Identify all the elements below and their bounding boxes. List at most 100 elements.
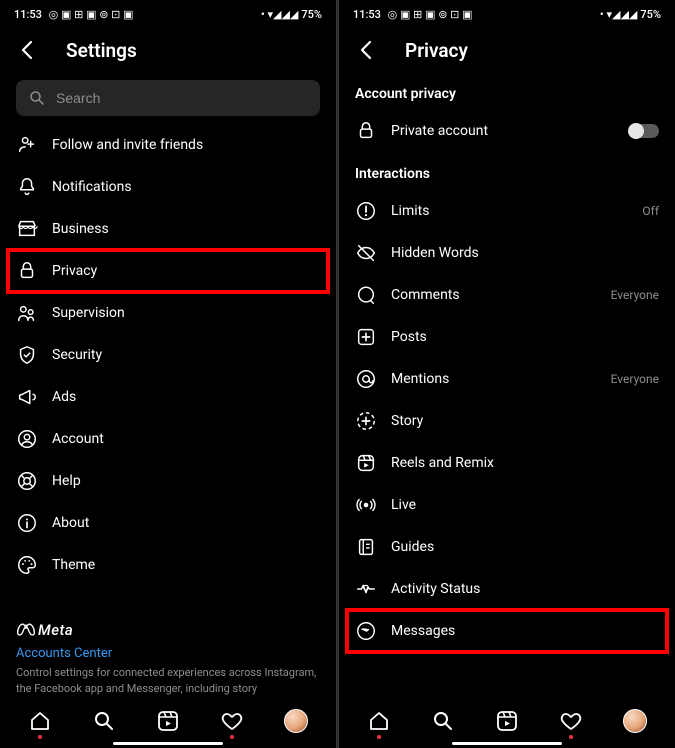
bottom-nav <box>339 696 675 748</box>
nav-home[interactable] <box>27 708 53 734</box>
status-time: 11:53 <box>353 8 381 21</box>
row-label: Business <box>52 221 320 237</box>
row-label: Mentions <box>391 371 597 387</box>
nav-reels[interactable] <box>494 708 520 734</box>
row-label: Posts <box>391 329 659 345</box>
search-icon <box>28 89 46 107</box>
row-label: Account <box>52 431 320 447</box>
live-icon <box>355 494 377 516</box>
meta-description: Control settings for connected experienc… <box>16 665 320 696</box>
bottom-nav <box>0 696 336 748</box>
help-icon <box>16 470 38 492</box>
nav-profile[interactable] <box>283 708 309 734</box>
left-item-security[interactable]: Security <box>0 334 336 376</box>
left-item-supervision[interactable]: Supervision <box>0 292 336 334</box>
store-icon <box>16 218 38 240</box>
row-label: Follow and invite friends <box>52 137 320 153</box>
right-item-activity-status[interactable]: Activity Status <box>339 568 675 610</box>
right-item-limits[interactable]: LimitsOff <box>339 190 675 232</box>
accounts-center-link[interactable]: Accounts Center <box>16 640 320 665</box>
right-item-reels-and-remix[interactable]: Reels and Remix <box>339 442 675 484</box>
bell-icon <box>16 176 38 198</box>
nav-reels[interactable] <box>155 708 181 734</box>
meta-section: Meta Accounts Center Control settings fo… <box>0 614 336 696</box>
private-account-toggle[interactable] <box>629 124 659 138</box>
guides-icon <box>355 536 377 558</box>
right-item-live[interactable]: Live <box>339 484 675 526</box>
limits-icon <box>355 200 377 222</box>
row-trail: Everyone <box>611 372 659 386</box>
search-input[interactable] <box>56 90 308 106</box>
row-label: Limits <box>391 203 628 219</box>
privacy-screen: 11:53 ◎ ▣ ⊞ ▣ ⊚ ⊡ ▣ • ▾◢◢◢ 75% Privacy A… <box>339 0 675 748</box>
private-account-label: Private account <box>391 123 615 139</box>
left-item-theme[interactable]: Theme <box>0 544 336 586</box>
status-battery: 75% <box>640 8 661 21</box>
gesture-bar <box>113 742 223 745</box>
shield-icon <box>16 344 38 366</box>
megaphone-icon <box>16 386 38 408</box>
left-item-business[interactable]: Business <box>0 208 336 250</box>
nav-search[interactable] <box>91 708 117 734</box>
back-button[interactable] <box>16 38 40 62</box>
row-label: Theme <box>52 557 320 573</box>
right-item-hidden-words[interactable]: Hidden Words <box>339 232 675 274</box>
avatar <box>623 709 647 733</box>
avatar <box>284 709 308 733</box>
right-item-mentions[interactable]: Mentions Everyone <box>339 358 675 400</box>
hidden-icon <box>355 242 377 264</box>
posts-icon <box>355 326 377 348</box>
info-icon <box>16 512 38 534</box>
section-interactions: Interactions <box>339 152 675 190</box>
gesture-bar <box>452 742 562 745</box>
nav-activity[interactable] <box>219 708 245 734</box>
status-bar: 11:53 ◎ ▣ ⊞ ▣ ⊚ ⊡ ▣ • ▾◢◢◢ 75% <box>0 0 336 24</box>
left-item-ads[interactable]: Ads <box>0 376 336 418</box>
left-item-account[interactable]: Account <box>0 418 336 460</box>
left-item-follow-and-invite-friends[interactable]: Follow and invite friends <box>0 124 336 166</box>
row-label: Comments <box>391 287 597 303</box>
nav-search[interactable] <box>430 708 456 734</box>
lock-icon <box>355 120 377 142</box>
supervision-icon <box>16 302 38 324</box>
settings-screen: 11:53 ◎ ▣ ⊞ ▣ ⊚ ⊡ ▣ • ▾◢◢◢ 75% Settings … <box>0 0 336 748</box>
right-item-comments[interactable]: CommentsEveryone <box>339 274 675 316</box>
back-button[interactable] <box>355 38 379 62</box>
lock-icon <box>16 260 38 282</box>
left-item-help[interactable]: Help <box>0 460 336 502</box>
search-box[interactable] <box>16 80 320 116</box>
activity-icon <box>355 578 377 600</box>
row-label: Reels and Remix <box>391 455 659 471</box>
left-item-notifications[interactable]: Notifications <box>0 166 336 208</box>
comments-icon <box>355 284 377 306</box>
row-label: About <box>52 515 320 531</box>
section-account-privacy: Account privacy <box>339 72 675 110</box>
right-item-posts[interactable]: Posts <box>339 316 675 358</box>
row-label: Guides <box>391 539 659 555</box>
row-label: Security <box>52 347 320 363</box>
page-title: Settings <box>66 39 137 62</box>
row-label: Activity Status <box>391 581 659 597</box>
row-label: Supervision <box>52 305 320 321</box>
right-item-guides[interactable]: Guides <box>339 526 675 568</box>
row-label: Messages <box>391 623 659 639</box>
palette-icon <box>16 554 38 576</box>
page-title: Privacy <box>405 39 468 62</box>
nav-activity[interactable] <box>558 708 584 734</box>
left-item-privacy[interactable]: Privacy <box>0 250 336 292</box>
nav-profile[interactable] <box>622 708 648 734</box>
row-label: Notifications <box>52 179 320 195</box>
row-label: Story <box>391 413 659 429</box>
row-label: Privacy <box>52 263 320 279</box>
right-item-story[interactable]: Story <box>339 400 675 442</box>
account-icon <box>16 428 38 450</box>
row-label: Live <box>391 497 659 513</box>
row-label: Help <box>52 473 320 489</box>
private-account-row[interactable]: Private account <box>339 110 675 152</box>
nav-home[interactable] <box>366 708 392 734</box>
left-item-about[interactable]: About <box>0 502 336 544</box>
reels-icon <box>355 452 377 474</box>
right-item-messages[interactable]: Messages <box>339 610 675 652</box>
meta-logo: Meta <box>16 620 320 640</box>
mentions-icon <box>355 368 377 390</box>
